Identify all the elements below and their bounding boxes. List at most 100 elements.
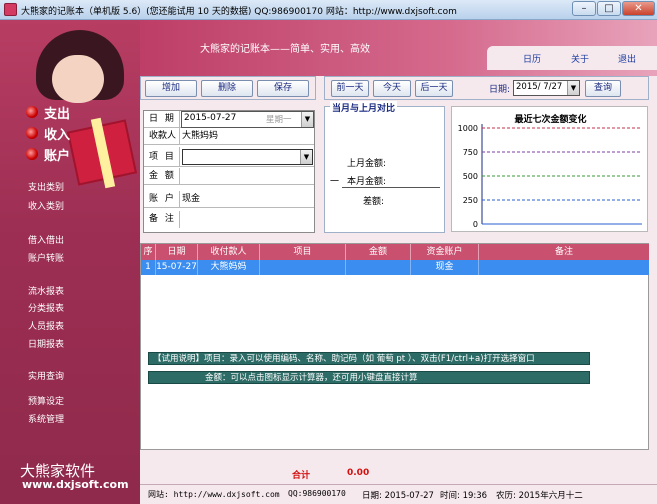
divider	[342, 187, 440, 188]
cell-item	[260, 260, 346, 275]
account-row: 账 户 现金	[144, 191, 314, 208]
chart-plot: 1000 750 500 250 0	[458, 124, 642, 229]
app-icon	[4, 3, 17, 16]
tab-calendar[interactable]: 日历	[523, 52, 541, 65]
item-row: 项 目 ▼	[144, 147, 314, 167]
nav-budget[interactable]: 预算设定	[28, 394, 64, 407]
nav-income-category[interactable]: 收入类别	[28, 199, 64, 212]
nav-query[interactable]: 实用查询	[28, 369, 64, 382]
trend-chart: 最近七次金额变化 1000 750 500 250 0	[451, 106, 648, 232]
remark-field-label: 备 注	[144, 211, 180, 228]
comparison-panel	[324, 106, 445, 233]
tab-exit[interactable]: 退出	[618, 52, 636, 65]
payee-field[interactable]: 大熊妈妈	[182, 128, 218, 145]
query-button[interactable]: 查询	[585, 80, 621, 97]
last-month-label: 上月金额:	[347, 159, 387, 169]
nav-account[interactable]: 账户	[44, 145, 70, 164]
total-label: 合计	[292, 471, 311, 481]
trial-note-line2: 金额：可以点击图标显示计算器，还可用小键盘直接计算	[148, 371, 590, 384]
next-day-button[interactable]: 后一天	[415, 80, 453, 97]
delete-button[interactable]: 删除	[201, 80, 253, 97]
payee-field-label: 收款人	[144, 128, 180, 145]
this-month-label: 本月金额:	[347, 177, 387, 187]
column-header-payee[interactable]: 收付款人	[198, 244, 260, 260]
today-button[interactable]: 今天	[373, 80, 411, 97]
date-row: 日 期 2015-07-27 星期一 ▼	[144, 111, 314, 128]
diff-label: 差额:	[363, 197, 385, 207]
weekday-label: 星期一	[266, 115, 292, 125]
nav-income[interactable]: 收入	[44, 124, 70, 143]
chart-y-tick-label: 1000	[458, 124, 478, 133]
bullet-icon	[26, 106, 38, 118]
app-tagline: 大熊家的记账本——简单、实用、高效	[200, 44, 370, 55]
total-value: 0.00	[347, 468, 370, 478]
header-tabs: 日历 关于 退出	[487, 46, 657, 70]
nav-category-report[interactable]: 分类报表	[28, 301, 64, 314]
brand-url: www.dxjsoft.com	[22, 478, 129, 491]
window-title: 大熊家的记账本（单机版 5.6）(您还能试用 10 天的数据) QQ:98690…	[21, 7, 457, 17]
add-button[interactable]: 增加	[145, 80, 197, 97]
cell-date: 15-07-27	[156, 260, 198, 275]
cell-remark	[479, 260, 649, 275]
chart-y-tick-label: 0	[473, 220, 478, 229]
nav-date-report[interactable]: 日期报表	[28, 337, 64, 350]
status-date: 日期: 2015-07-27	[362, 491, 434, 501]
bullet-icon	[26, 127, 38, 139]
comparison-title: 当月与上月对比	[330, 101, 398, 114]
account-field[interactable]: 现金	[182, 191, 200, 208]
amount-field-label: 金 额	[144, 168, 180, 185]
nav-borrow-lend[interactable]: 借入借出	[28, 233, 64, 246]
chevron-down-icon[interactable]: ▼	[567, 81, 579, 95]
entry-form: 日 期 2015-07-27 星期一 ▼ 收款人 大熊妈妈 项 目 ▼ 金 额 …	[143, 110, 315, 233]
item-field[interactable]: ▼	[182, 149, 313, 165]
tab-about[interactable]: 关于	[571, 52, 589, 65]
chart-y-tick-label: 250	[463, 196, 478, 205]
dash-mark: 一	[330, 177, 340, 187]
close-button[interactable]: ✕	[622, 1, 655, 16]
girl-face-illustration	[52, 55, 104, 103]
chart-y-tick-label: 500	[463, 172, 478, 181]
title-bar: 大熊家的记账本（单机版 5.6）(您还能试用 10 天的数据) QQ:98690…	[0, 0, 657, 20]
nav-person-report[interactable]: 人员报表	[28, 319, 64, 332]
nav-expense[interactable]: 支出	[44, 103, 70, 122]
trial-note-line1: 【试用说明】项目：录入可以使用编码、名称、助记码（如 葡萄 pt ）、双击(F1…	[148, 352, 590, 365]
date-field-label: 日 期	[144, 111, 180, 128]
cell-index: 1	[141, 260, 156, 275]
date-field-value: 2015-07-27	[184, 113, 237, 123]
status-lunar: 农历: 2015年六月十二	[496, 491, 583, 501]
payee-row: 收款人 大熊妈妈	[144, 128, 314, 145]
cell-payee: 大熊妈妈	[198, 260, 260, 275]
account-field-label: 账 户	[144, 191, 180, 208]
status-website: 网站: http://www.dxjsoft.com	[148, 490, 280, 499]
item-field-label: 项 目	[144, 147, 180, 167]
column-header-amount[interactable]: 金额	[346, 244, 411, 260]
nav-system[interactable]: 系统管理	[28, 412, 64, 425]
chevron-down-icon[interactable]: ▼	[300, 150, 312, 164]
date-picker-value: 2015/ 7/27	[516, 82, 563, 92]
cell-account: 现金	[411, 260, 479, 275]
transaction-grid: 序 日期 收付款人 项目 金额 资金账户 备注 1 15-07-27 大熊妈妈 …	[140, 243, 649, 450]
column-header-index[interactable]: 序	[141, 244, 156, 260]
chevron-down-icon[interactable]: ▼	[301, 112, 313, 127]
column-header-account[interactable]: 资金账户	[411, 244, 479, 260]
status-time: 时间: 19:36	[440, 491, 488, 501]
column-header-item[interactable]: 项目	[260, 244, 346, 260]
status-bar: 网站: http://www.dxjsoft.com QQ:986900170 …	[140, 484, 657, 504]
prev-day-button[interactable]: 前一天	[331, 80, 369, 97]
grid-header: 序 日期 收付款人 项目 金额 资金账户 备注	[141, 244, 649, 260]
nav-account-transfer[interactable]: 账户转账	[28, 251, 64, 264]
save-button[interactable]: 保存	[257, 80, 309, 97]
amount-row: 金 额	[144, 168, 314, 185]
nav-flow-report[interactable]: 流水报表	[28, 284, 64, 297]
date-picker[interactable]: 2015/ 7/27 ▼	[513, 80, 580, 96]
remark-row: 备 注	[144, 211, 314, 228]
maximize-button[interactable]: □	[597, 1, 621, 16]
column-header-date[interactable]: 日期	[156, 244, 198, 260]
chart-y-tick-label: 750	[463, 148, 478, 157]
date-field[interactable]: 2015-07-27 星期一 ▼	[181, 111, 314, 128]
column-header-remark[interactable]: 备注	[479, 244, 649, 260]
minimize-button[interactable]: –	[572, 1, 596, 16]
nav-expense-category[interactable]: 支出类别	[28, 180, 64, 193]
status-qq: QQ:986900170	[288, 489, 346, 498]
table-row[interactable]: 1 15-07-27 大熊妈妈 现金	[141, 260, 649, 275]
